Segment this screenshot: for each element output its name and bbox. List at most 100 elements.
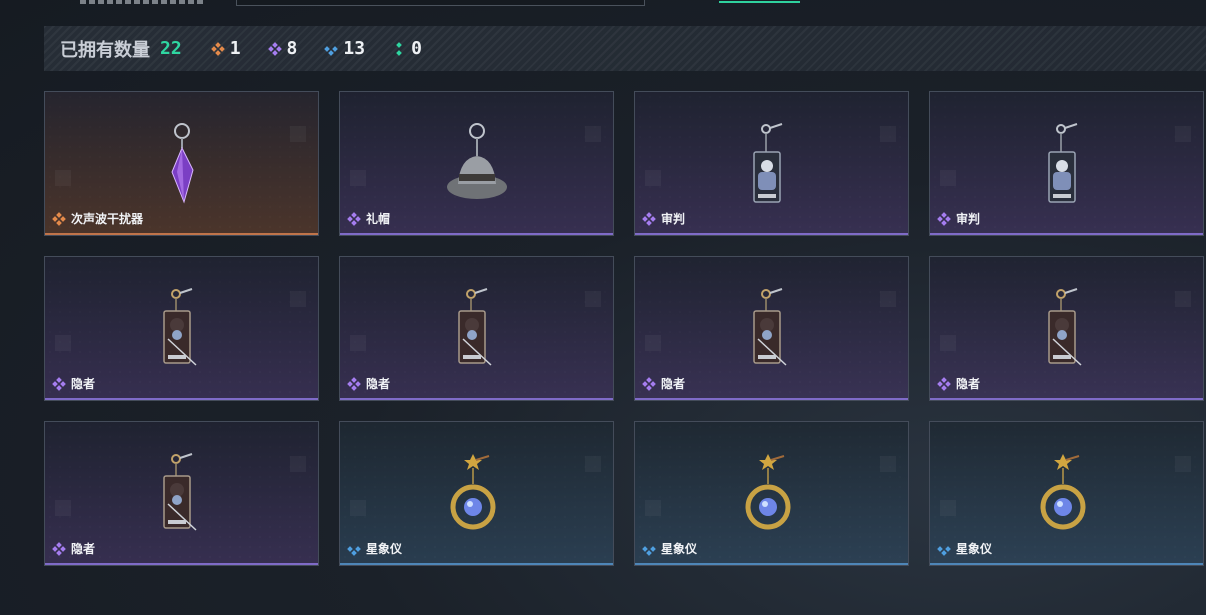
card-decoration <box>880 126 896 142</box>
purple-rarity-icon <box>937 211 951 226</box>
card-decoration <box>1175 456 1191 472</box>
rarity-count-purple: 8 <box>267 38 297 59</box>
owned-count-label: 已拥有数量 <box>60 39 150 61</box>
card-decoration <box>940 335 956 351</box>
hermit-tarot-card-icon <box>457 288 492 366</box>
item-card[interactable]: 隐者 <box>634 256 909 401</box>
item-name: 礼帽 <box>347 210 391 227</box>
rarity-underline <box>45 233 318 235</box>
purple-rarity-icon <box>267 41 282 56</box>
item-name-label: 星象仪 <box>366 542 403 556</box>
rarity-underline <box>930 398 1203 400</box>
hermit-tarot-card-icon <box>162 288 197 366</box>
item-name: 星象仪 <box>642 540 697 557</box>
item-name: 星象仪 <box>347 540 403 557</box>
rarity-count-value: 1 <box>229 38 241 59</box>
crystal-pendant-icon <box>170 123 194 204</box>
card-decoration <box>940 500 956 516</box>
rarity-underline <box>930 233 1203 235</box>
card-decoration <box>55 335 71 351</box>
item-card[interactable]: 隐者 <box>339 256 614 401</box>
rarity-count-value: 0 <box>411 38 422 59</box>
rarity-count-value: 13 <box>343 38 366 59</box>
card-decoration <box>645 170 661 186</box>
purple-rarity-icon <box>642 211 656 226</box>
card-decoration <box>585 126 601 142</box>
item-name-label: 隐者 <box>71 377 96 391</box>
item-name-label: 隐者 <box>661 377 686 391</box>
card-decoration <box>350 170 366 186</box>
item-card[interactable]: 星象仪 <box>634 421 909 566</box>
fedora-hat-icon <box>446 123 507 199</box>
card-decoration <box>1175 291 1191 307</box>
hermit-tarot-card-icon <box>1047 288 1082 366</box>
card-decoration <box>645 335 661 351</box>
rarity-underline <box>635 233 908 235</box>
card-decoration <box>585 291 601 307</box>
rarity-underline <box>45 398 318 400</box>
card-decoration <box>55 170 71 186</box>
hermit-tarot-card-icon <box>752 288 787 366</box>
card-decoration <box>880 291 896 307</box>
blue-rarity-icon <box>347 543 361 556</box>
card-decoration <box>350 500 366 516</box>
rarity-count-orange: 1 <box>210 38 241 59</box>
rarity-underline <box>635 563 908 565</box>
item-card[interactable]: 星象仪 <box>339 421 614 566</box>
purple-rarity-icon <box>347 376 361 391</box>
rarity-underline <box>340 233 613 235</box>
item-name: 隐者 <box>937 375 980 392</box>
item-name-label: 隐者 <box>366 377 391 391</box>
blue-rarity-icon <box>937 543 951 556</box>
rarity-underline <box>635 398 908 400</box>
rarity-underline <box>45 563 318 565</box>
purple-rarity-icon <box>937 376 951 391</box>
item-name-label: 隐者 <box>71 542 96 556</box>
orange-rarity-icon <box>52 211 66 226</box>
purple-rarity-icon <box>52 376 66 391</box>
green-rarity-icon <box>393 41 405 56</box>
astrolabe-charm-icon <box>1040 454 1085 530</box>
item-card[interactable]: 礼帽 <box>339 91 614 236</box>
item-card[interactable]: 隐者 <box>44 256 319 401</box>
owned-count-total: 22 <box>160 38 182 59</box>
rarity-underline <box>340 563 613 565</box>
item-name-label: 礼帽 <box>366 212 391 226</box>
item-grid: 次声波干扰器 礼帽 审判 审判 隐者 隐者 隐者 隐者 隐者 星象仪 星象仪 星… <box>44 91 1204 566</box>
card-decoration <box>290 291 306 307</box>
judgement-tarot-card-icon <box>752 123 782 203</box>
search-active-indicator <box>719 1 800 3</box>
card-decoration <box>880 456 896 472</box>
rarity-underline <box>340 398 613 400</box>
item-name: 隐者 <box>52 540 96 557</box>
item-card[interactable]: 隐者 <box>929 256 1204 401</box>
item-name-label: 星象仪 <box>956 542 993 556</box>
rarity-count-green: 0 <box>393 38 422 59</box>
astrolabe-charm-icon <box>450 454 495 530</box>
item-name: 审判 <box>642 210 685 227</box>
rarity-underline <box>930 563 1203 565</box>
item-card[interactable]: 次声波干扰器 <box>44 91 319 236</box>
item-name: 隐者 <box>642 375 686 392</box>
purple-rarity-icon <box>347 211 361 226</box>
item-name: 星象仪 <box>937 540 993 557</box>
blue-rarity-icon <box>324 43 339 56</box>
item-card[interactable]: 审判 <box>634 91 909 236</box>
item-card[interactable]: 星象仪 <box>929 421 1204 566</box>
card-decoration <box>940 170 956 186</box>
card-decoration <box>585 456 601 472</box>
card-decoration <box>350 335 366 351</box>
card-decoration <box>645 500 661 516</box>
judgement-tarot-card-icon <box>1047 123 1077 203</box>
item-name: 次声波干扰器 <box>52 210 143 227</box>
item-card[interactable]: 审判 <box>929 91 1204 236</box>
card-decoration <box>1175 126 1191 142</box>
card-decoration <box>55 500 71 516</box>
top-header-strip <box>0 0 1206 8</box>
owned-count-bar: 已拥有数量 22 1 8 13 0 <box>44 26 1206 71</box>
header-title-clipped <box>80 0 205 4</box>
orange-rarity-icon <box>210 41 225 56</box>
item-name-label: 审判 <box>956 212 981 226</box>
search-input[interactable] <box>236 0 800 6</box>
item-card[interactable]: 隐者 <box>44 421 319 566</box>
